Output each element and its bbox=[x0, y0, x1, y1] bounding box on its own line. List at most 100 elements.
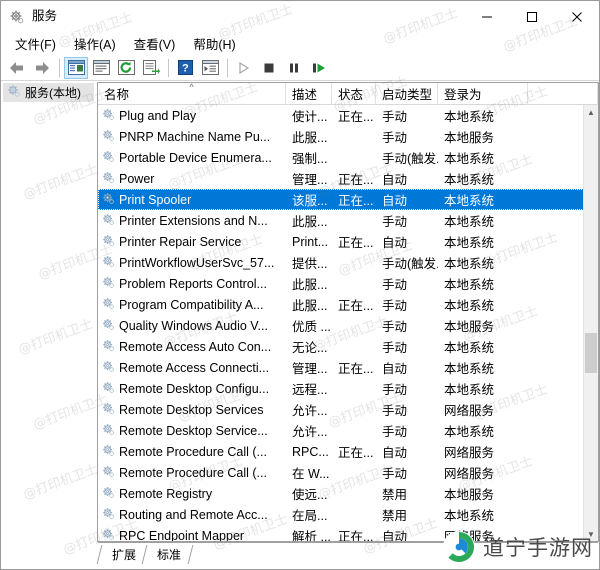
cell-startup-type: 手动 bbox=[376, 463, 438, 482]
table-row[interactable]: Remote Desktop Services 允许... 手动 网络服务 bbox=[98, 399, 598, 420]
cell-description: 此服... bbox=[286, 274, 332, 293]
menu-bar: 文件(F) 操作(A) 查看(V) 帮助(H) bbox=[1, 32, 599, 55]
column-filler[interactable] bbox=[528, 83, 598, 104]
cell-service-name-text: Printer Repair Service bbox=[119, 234, 242, 249]
table-row[interactable]: Quality Windows Audio V... 优质 ... 手动 本地服务 bbox=[98, 315, 598, 336]
cell-description-text: 在局... bbox=[292, 509, 328, 523]
toolbar-separator-3 bbox=[227, 58, 228, 77]
cell-logon-as: 本地服务 bbox=[438, 127, 528, 146]
menu-help[interactable]: 帮助(H) bbox=[184, 32, 244, 56]
cell-logon-as: 本地系统 bbox=[438, 421, 528, 440]
table-row[interactable]: Remote Procedure Call (... 在 W... 手动 网络服务 bbox=[98, 462, 598, 483]
cell-startup-type: 自动 bbox=[376, 526, 438, 541]
table-row[interactable]: Remote Desktop Configu... 远程... 手动 本地系统 bbox=[98, 378, 598, 399]
table-row[interactable]: Print Spooler 该服... 正在... 自动 本地系统 bbox=[98, 189, 598, 210]
cell-description-text: 优质 ... bbox=[292, 320, 331, 334]
table-row[interactable]: Remote Desktop Service... 允许... 手动 本地系统 bbox=[98, 420, 598, 441]
cell-description-text: 管理... bbox=[292, 362, 328, 376]
scrollbar-thumb[interactable] bbox=[585, 333, 597, 373]
maximize-button[interactable] bbox=[509, 1, 554, 32]
cell-service-name: Remote Desktop Services bbox=[98, 402, 286, 418]
cell-logon-as-text: 本地服务 bbox=[444, 320, 495, 334]
table-row[interactable]: PrintWorkflowUserSvc_57... 提供... 手动(触发... 本… bbox=[98, 252, 598, 273]
column-name[interactable]: 名称 ^ bbox=[98, 83, 286, 104]
table-row[interactable]: Remote Registry 使远... 禁用 本地服务 bbox=[98, 483, 598, 504]
cell-logon-as-text: 本地系统 bbox=[444, 278, 495, 292]
refresh-icon[interactable] bbox=[114, 57, 138, 79]
tab-extended-label: 扩展 bbox=[112, 548, 137, 562]
close-button[interactable] bbox=[554, 1, 599, 32]
service-gear-icon bbox=[102, 234, 115, 250]
cell-description-text: 允许... bbox=[292, 404, 328, 418]
cell-service-name: Plug and Play bbox=[98, 108, 286, 124]
cell-status: 正在... bbox=[332, 232, 376, 251]
scroll-down-icon[interactable]: ▼ bbox=[584, 527, 598, 541]
service-gear-icon bbox=[102, 339, 115, 355]
cell-startup-type: 手动 bbox=[376, 106, 438, 125]
cell-description-text: 提供... bbox=[292, 257, 328, 271]
cell-logon-as: 本地系统 bbox=[438, 232, 528, 251]
minimize-button[interactable] bbox=[464, 1, 509, 32]
tree-node-services-local[interactable]: 服务(本地) bbox=[3, 83, 94, 102]
vertical-scrollbar[interactable]: ▲ ▼ bbox=[583, 105, 598, 541]
table-row[interactable]: RPC Endpoint Mapper 解析 ... 正在... 自动 网络服务 bbox=[98, 525, 598, 541]
cell-service-name: Routing and Remote Acc... bbox=[98, 507, 286, 523]
menu-action[interactable]: 操作(A) bbox=[65, 32, 125, 56]
cell-description: 使远... bbox=[286, 484, 332, 503]
restart-service-icon[interactable] bbox=[307, 57, 331, 79]
export-list-icon[interactable] bbox=[139, 57, 163, 79]
cell-description-text: 在 W... bbox=[292, 467, 330, 481]
table-row[interactable]: Remote Procedure Call (... RPC... 正在... 自动 网… bbox=[98, 441, 598, 462]
service-gear-icon bbox=[102, 192, 115, 208]
cell-startup-type: 自动 bbox=[376, 358, 438, 377]
start-service-icon[interactable] bbox=[232, 57, 256, 79]
pause-service-icon[interactable] bbox=[282, 57, 306, 79]
table-row[interactable]: Plug and Play 使计... 正在... 手动 本地系统 bbox=[98, 105, 598, 126]
cell-description: 管理... bbox=[286, 358, 332, 377]
column-logon-as[interactable]: 登录为 bbox=[438, 83, 528, 104]
cell-status: 正在... bbox=[332, 106, 376, 125]
cell-description: RPC... bbox=[286, 445, 332, 459]
table-row[interactable]: Printer Repair Service Print... 正在... 自动 本地系… bbox=[98, 231, 598, 252]
table-row[interactable]: Portable Device Enumera... 强制... 手动(触发... 本… bbox=[98, 147, 598, 168]
table-row[interactable]: Routing and Remote Acc... 在局... 禁用 本地系统 bbox=[98, 504, 598, 525]
detail-view-icon[interactable] bbox=[198, 57, 222, 79]
show-hide-tree-icon[interactable] bbox=[64, 56, 88, 79]
table-row[interactable]: Program Compatibility A... 此服... 正在... 手动 本地… bbox=[98, 294, 598, 315]
properties-window-icon[interactable] bbox=[89, 57, 113, 79]
cell-service-name-text: Problem Reports Control... bbox=[119, 276, 267, 291]
cell-logon-as-text: 本地系统 bbox=[444, 215, 495, 229]
help-icon[interactable]: ? bbox=[173, 57, 197, 79]
cell-description-text: 强制... bbox=[292, 152, 328, 166]
menu-view[interactable]: 查看(V) bbox=[125, 32, 185, 56]
services-gear-icon bbox=[7, 84, 21, 101]
back-arrow-icon[interactable] bbox=[5, 57, 29, 79]
service-gear-icon bbox=[102, 297, 115, 313]
column-startup-type[interactable]: 启动类型 bbox=[376, 83, 438, 104]
table-row[interactable]: PNRP Machine Name Pu... 此服... 手动 本地服务 bbox=[98, 126, 598, 147]
cell-logon-as: 本地系统 bbox=[438, 253, 528, 272]
column-description[interactable]: 描述 bbox=[286, 83, 332, 104]
scroll-up-icon[interactable]: ▲ bbox=[584, 105, 598, 119]
cell-logon-as: 本地系统 bbox=[438, 211, 528, 230]
cell-startup-type-text: 禁用 bbox=[382, 488, 408, 502]
column-status[interactable]: 状态 bbox=[332, 83, 376, 104]
cell-startup-type: 禁用 bbox=[376, 505, 438, 524]
service-gear-icon bbox=[102, 444, 115, 460]
tab-standard[interactable]: 标准 bbox=[141, 545, 194, 564]
cell-logon-as-text: 本地系统 bbox=[444, 110, 495, 124]
table-row[interactable]: Power 管理... 正在... 自动 本地系统 bbox=[98, 168, 598, 189]
table-row[interactable]: Printer Extensions and N... 此服... 手动 本地系统 bbox=[98, 210, 598, 231]
stop-service-icon[interactable] bbox=[257, 57, 281, 79]
table-row[interactable]: Remote Access Auto Con... 无论... 手动 本地系统 bbox=[98, 336, 598, 357]
table-row[interactable]: Remote Access Connecti... 管理... 正在... 自动 本地系… bbox=[98, 357, 598, 378]
forward-arrow-icon[interactable] bbox=[30, 57, 54, 79]
cell-description-text: 此服... bbox=[292, 131, 328, 145]
cell-status-text: 正在... bbox=[338, 299, 374, 313]
table-row[interactable]: Problem Reports Control... 此服... 手动 本地系统 bbox=[98, 273, 598, 294]
cell-service-name: Remote Access Connecti... bbox=[98, 360, 286, 376]
cell-service-name-text: Quality Windows Audio V... bbox=[119, 318, 268, 333]
menu-file[interactable]: 文件(F) bbox=[6, 32, 65, 56]
tab-extended[interactable]: 扩展 bbox=[96, 545, 149, 564]
cell-startup-type: 手动 bbox=[376, 274, 438, 293]
